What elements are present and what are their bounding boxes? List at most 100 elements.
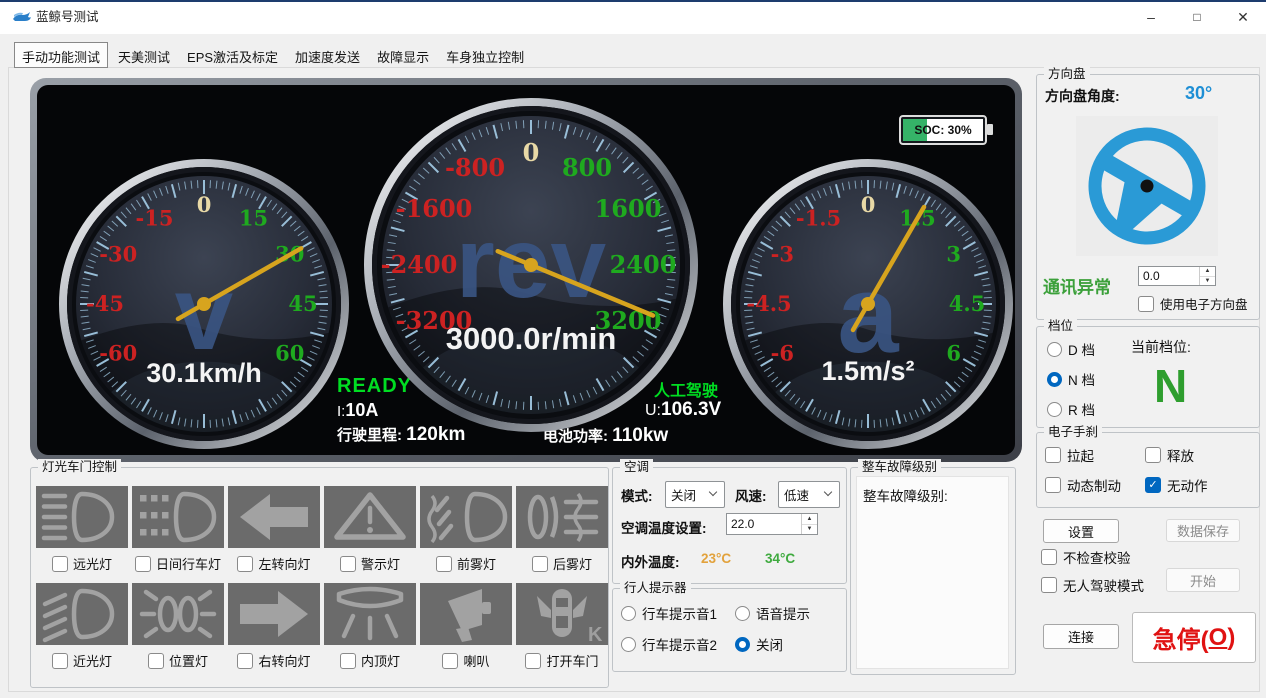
ac-mode-select[interactable]: 关闭 bbox=[665, 481, 725, 508]
steering-angle-spinner[interactable]: 0.0 ▲▼ bbox=[1138, 266, 1216, 286]
fault-level-label: 整车故障级别: bbox=[863, 485, 948, 505]
low-beam-checkbox[interactable] bbox=[52, 653, 68, 669]
svg-text:-800: -800 bbox=[445, 153, 505, 182]
svg-text:-30: -30 bbox=[99, 242, 137, 267]
position-light-button[interactable] bbox=[132, 583, 224, 645]
pedestrian-alert-group: 行人提示器 行车提示音1语音提示行车提示音2关闭 bbox=[612, 588, 847, 672]
soc-label: SOC: 30% bbox=[903, 119, 983, 141]
tab-manual-test[interactable]: 手动功能测试 bbox=[14, 42, 108, 68]
chime-2-radio[interactable] bbox=[621, 637, 636, 652]
front-fog-light-button[interactable] bbox=[420, 486, 512, 548]
chime-2-label: 行车提示音2 bbox=[642, 634, 717, 654]
low-beam-button[interactable] bbox=[36, 583, 128, 645]
position-light-label: 位置灯 bbox=[169, 651, 208, 670]
svg-text:-3: -3 bbox=[771, 242, 794, 267]
maximize-button[interactable]: □ bbox=[1174, 2, 1220, 33]
svg-text:1.5m/s²: 1.5m/s² bbox=[821, 356, 914, 386]
horn-button[interactable] bbox=[420, 583, 512, 645]
chime-1-option[interactable]: 行车提示音1 bbox=[621, 603, 717, 623]
fault-level-group: 整车故障级别 整车故障级别: bbox=[850, 467, 1016, 675]
pull-up-label: 拉起 bbox=[1067, 445, 1094, 465]
gear-r-radio[interactable] bbox=[1047, 402, 1062, 417]
voice-prompt-option[interactable]: 语音提示 bbox=[735, 603, 810, 623]
door-open-label-row: 打开车门 bbox=[516, 651, 608, 670]
rear-fog-light-checkbox[interactable] bbox=[532, 556, 548, 572]
tab-fault-display[interactable]: 故障显示 bbox=[370, 44, 436, 68]
settings-button[interactable]: 设置 bbox=[1043, 519, 1119, 543]
turn-left-checkbox[interactable] bbox=[237, 556, 253, 572]
dynamic-brake-option[interactable]: 动态制动 bbox=[1045, 475, 1121, 495]
release-option[interactable]: 释放 bbox=[1145, 445, 1194, 465]
gear-r-option[interactable]: R 档 bbox=[1047, 399, 1095, 419]
pull-up-option[interactable]: 拉起 bbox=[1045, 445, 1094, 465]
svg-text:3000.0r/min: 3000.0r/min bbox=[446, 321, 617, 356]
ac-fan-label: 风速: bbox=[735, 485, 767, 505]
close-button[interactable]: ✕ bbox=[1220, 2, 1266, 33]
ac-fan-select[interactable]: 低速 bbox=[778, 481, 840, 508]
hazard-warning-label-row: 警示灯 bbox=[324, 554, 416, 573]
gear-n-option[interactable]: N 档 bbox=[1047, 369, 1095, 389]
steering-group: 方向盘 方向盘角度: 30° 通讯异常 0.0 ▲▼ 使用电子方向盘 bbox=[1036, 74, 1260, 320]
no-check-verify-checkbox[interactable] bbox=[1041, 549, 1057, 565]
turn-right-button[interactable] bbox=[228, 583, 320, 645]
estop-shortcut-key: O bbox=[1209, 624, 1228, 652]
daytime-running-light-checkbox[interactable] bbox=[135, 556, 151, 572]
data-save-button[interactable]: 数据保存 bbox=[1166, 519, 1240, 542]
gear-d-option[interactable]: D 档 bbox=[1047, 339, 1095, 359]
off-radio[interactable] bbox=[735, 637, 750, 652]
door-open-button[interactable]: K bbox=[516, 583, 608, 645]
high-beam-icon bbox=[36, 486, 128, 548]
dynamic-brake-checkbox[interactable] bbox=[1045, 477, 1061, 493]
no-action-checkbox[interactable]: ✓ bbox=[1145, 477, 1161, 493]
no-action-option[interactable]: ✓无动作 bbox=[1145, 475, 1208, 495]
chime-2-option[interactable]: 行车提示音2 bbox=[621, 634, 717, 654]
door-open-checkbox[interactable] bbox=[525, 653, 541, 669]
turn-right-checkbox[interactable] bbox=[237, 653, 253, 669]
svg-text:-2400: -2400 bbox=[381, 250, 458, 279]
hazard-warning-button[interactable] bbox=[324, 486, 416, 548]
front-fog-light-label-row: 前雾灯 bbox=[420, 554, 512, 573]
low-beam-label: 近光灯 bbox=[73, 651, 112, 670]
door-open-label: 打开车门 bbox=[546, 651, 598, 670]
svg-text:-15: -15 bbox=[136, 205, 174, 230]
emergency-stop-button[interactable]: 急停(O) bbox=[1132, 612, 1256, 663]
high-beam-checkbox[interactable] bbox=[52, 556, 68, 572]
tab-body-independent-control[interactable]: 车身独立控制 bbox=[439, 44, 531, 68]
svg-text:45: 45 bbox=[288, 291, 317, 316]
pull-up-checkbox[interactable] bbox=[1045, 447, 1061, 463]
ac-temp-spinner[interactable]: 22.0 ▲▼ bbox=[726, 513, 818, 535]
rear-fog-light-label-row: 后雾灯 bbox=[516, 554, 608, 573]
off-option[interactable]: 关闭 bbox=[735, 634, 783, 654]
use-electronic-steering-checkbox[interactable] bbox=[1138, 296, 1154, 312]
ac-mode-label: 模式: bbox=[621, 485, 653, 505]
horn-checkbox[interactable] bbox=[442, 653, 458, 669]
high-beam-button[interactable] bbox=[36, 486, 128, 548]
dome-light-button[interactable] bbox=[324, 583, 416, 645]
tab-accel-send[interactable]: 加速度发送 bbox=[288, 44, 367, 68]
dome-light-checkbox[interactable] bbox=[340, 653, 356, 669]
soc-battery-indicator: SOC: 30% bbox=[899, 115, 987, 145]
steering-spinner-arrows[interactable]: ▲▼ bbox=[1199, 267, 1215, 285]
gear-d-radio[interactable] bbox=[1047, 342, 1062, 357]
hazard-warning-checkbox[interactable] bbox=[340, 556, 356, 572]
ac-temp-spinner-arrows[interactable]: ▲▼ bbox=[801, 514, 817, 534]
voice-prompt-radio[interactable] bbox=[735, 606, 750, 621]
release-checkbox[interactable] bbox=[1145, 447, 1161, 463]
minimize-button[interactable]: – bbox=[1128, 2, 1174, 33]
start-button[interactable]: 开始 bbox=[1166, 568, 1240, 592]
turn-left-button[interactable] bbox=[228, 486, 320, 548]
rear-fog-light-button[interactable] bbox=[516, 486, 608, 548]
gear-n-radio[interactable] bbox=[1047, 372, 1062, 387]
chime-1-radio[interactable] bbox=[621, 606, 636, 621]
connect-button[interactable]: 连接 bbox=[1043, 624, 1119, 649]
front-fog-light-checkbox[interactable] bbox=[436, 556, 452, 572]
tab-eps-calibration[interactable]: EPS激活及标定 bbox=[180, 44, 285, 68]
driverless-mode-checkbox[interactable] bbox=[1041, 577, 1057, 593]
horn-label: 喇叭 bbox=[463, 651, 489, 670]
hazard-warning-label: 警示灯 bbox=[361, 554, 400, 573]
position-light-checkbox[interactable] bbox=[148, 653, 164, 669]
turn-left-label: 左转向灯 bbox=[258, 554, 310, 573]
pedestrian-alert-group-title: 行人提示器 bbox=[620, 580, 691, 596]
tab-tianmei-test[interactable]: 天美测试 bbox=[111, 44, 177, 68]
daytime-running-light-button[interactable] bbox=[132, 486, 224, 548]
